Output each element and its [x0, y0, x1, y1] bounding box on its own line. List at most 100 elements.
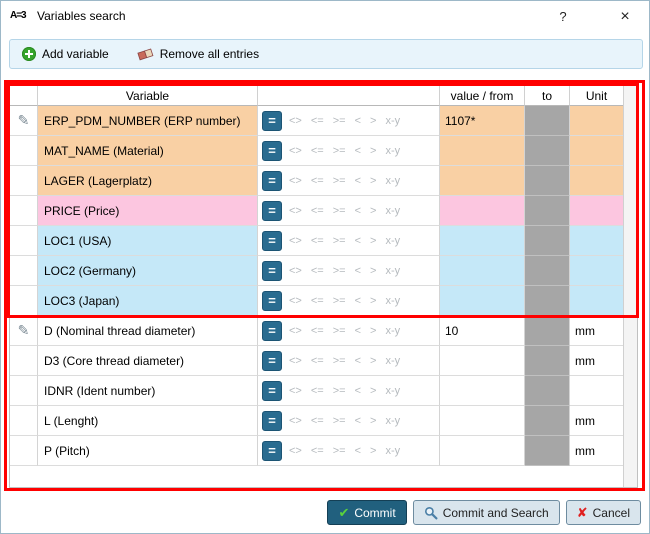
operator-equals[interactable]: =	[262, 260, 282, 281]
operator-range[interactable]: x-y	[385, 295, 400, 307]
operator-not-equals[interactable]: <>	[289, 205, 302, 217]
operator-not-equals[interactable]: <>	[289, 355, 302, 367]
operator-range[interactable]: x-y	[385, 415, 400, 427]
operator-less-or-equal[interactable]: <=	[311, 205, 324, 217]
variable-name-cell[interactable]: D3 (Core thread diameter)	[38, 346, 258, 376]
add-variable-button[interactable]: Add variable	[22, 47, 109, 61]
operator-not-equals[interactable]: <>	[289, 445, 302, 457]
operator-greater-than[interactable]: >	[370, 385, 376, 397]
operator-greater-or-equal[interactable]: >=	[333, 355, 346, 367]
operator-greater-than[interactable]: >	[370, 235, 376, 247]
operator-greater-than[interactable]: >	[370, 415, 376, 427]
operator-less-or-equal[interactable]: <=	[311, 385, 324, 397]
value-from-field[interactable]	[440, 196, 525, 226]
operator-not-equals[interactable]: <>	[289, 325, 302, 337]
operator-not-equals[interactable]: <>	[289, 385, 302, 397]
operator-equals[interactable]: =	[262, 170, 282, 191]
operator-less-or-equal[interactable]: <=	[311, 415, 324, 427]
operator-less-or-equal[interactable]: <=	[311, 115, 324, 127]
variable-name-cell[interactable]: LOC3 (Japan)	[38, 286, 258, 316]
operator-range[interactable]: x-y	[385, 115, 400, 127]
operator-less-than[interactable]: <	[355, 265, 361, 277]
value-from-field[interactable]	[440, 346, 525, 376]
operator-greater-or-equal[interactable]: >=	[333, 385, 346, 397]
operator-equals[interactable]: =	[262, 140, 282, 161]
operator-less-than[interactable]: <	[355, 295, 361, 307]
variable-name-cell[interactable]: ERP_PDM_NUMBER (ERP number)	[38, 106, 258, 136]
value-from-field[interactable]	[440, 136, 525, 166]
operator-less-than[interactable]: <	[355, 415, 361, 427]
value-from-field[interactable]	[440, 406, 525, 436]
operator-equals[interactable]: =	[262, 350, 282, 371]
operator-greater-or-equal[interactable]: >=	[333, 145, 346, 157]
operator-less-than[interactable]: <	[355, 235, 361, 247]
edit-pencil-icon[interactable]: ✎	[18, 112, 30, 129]
operator-range[interactable]: x-y	[385, 145, 400, 157]
operator-not-equals[interactable]: <>	[289, 265, 302, 277]
operator-range[interactable]: x-y	[385, 445, 400, 457]
operator-less-than[interactable]: <	[355, 355, 361, 367]
value-from-field[interactable]: 1107*	[440, 106, 525, 136]
operator-equals[interactable]: =	[262, 410, 282, 431]
operator-greater-or-equal[interactable]: >=	[333, 325, 346, 337]
operator-greater-or-equal[interactable]: >=	[333, 235, 346, 247]
variable-name-cell[interactable]: IDNR (Ident number)	[38, 376, 258, 406]
operator-greater-than[interactable]: >	[370, 145, 376, 157]
operator-less-or-equal[interactable]: <=	[311, 175, 324, 187]
variable-name-cell[interactable]: LOC1 (USA)	[38, 226, 258, 256]
operator-not-equals[interactable]: <>	[289, 175, 302, 187]
operator-less-or-equal[interactable]: <=	[311, 235, 324, 247]
operator-less-or-equal[interactable]: <=	[311, 295, 324, 307]
value-from-field[interactable]	[440, 376, 525, 406]
operator-range[interactable]: x-y	[385, 325, 400, 337]
operator-equals[interactable]: =	[262, 230, 282, 251]
operator-greater-or-equal[interactable]: >=	[333, 445, 346, 457]
remove-all-entries-button[interactable]: Remove all entries	[137, 47, 259, 61]
cancel-button[interactable]: ✘ Cancel	[565, 500, 641, 525]
operator-greater-or-equal[interactable]: >=	[333, 205, 346, 217]
operator-less-than[interactable]: <	[355, 145, 361, 157]
operator-equals[interactable]: =	[262, 290, 282, 311]
operator-equals[interactable]: =	[262, 320, 282, 341]
commit-and-search-button[interactable]: Commit and Search	[412, 500, 560, 525]
operator-greater-than[interactable]: >	[370, 325, 376, 337]
value-from-field[interactable]	[440, 226, 525, 256]
value-from-field[interactable]	[440, 256, 525, 286]
operator-range[interactable]: x-y	[385, 235, 400, 247]
operator-greater-than[interactable]: >	[370, 265, 376, 277]
operator-less-than[interactable]: <	[355, 325, 361, 337]
operator-greater-than[interactable]: >	[370, 445, 376, 457]
variable-name-cell[interactable]: PRICE (Price)	[38, 196, 258, 226]
operator-not-equals[interactable]: <>	[289, 235, 302, 247]
variable-name-cell[interactable]: MAT_NAME (Material)	[38, 136, 258, 166]
operator-less-or-equal[interactable]: <=	[311, 325, 324, 337]
operator-less-or-equal[interactable]: <=	[311, 445, 324, 457]
edit-pencil-icon[interactable]: ✎	[18, 322, 30, 339]
operator-greater-or-equal[interactable]: >=	[333, 295, 346, 307]
operator-range[interactable]: x-y	[385, 205, 400, 217]
operator-not-equals[interactable]: <>	[289, 115, 302, 127]
value-from-field[interactable]	[440, 166, 525, 196]
close-button[interactable]: ×	[615, 7, 635, 27]
operator-greater-than[interactable]: >	[370, 355, 376, 367]
operator-not-equals[interactable]: <>	[289, 295, 302, 307]
commit-button[interactable]: ✔ Commit	[327, 500, 407, 525]
operator-less-or-equal[interactable]: <=	[311, 265, 324, 277]
operator-less-than[interactable]: <	[355, 445, 361, 457]
operator-range[interactable]: x-y	[385, 175, 400, 187]
operator-less-than[interactable]: <	[355, 115, 361, 127]
variable-name-cell[interactable]: P (Pitch)	[38, 436, 258, 466]
operator-greater-or-equal[interactable]: >=	[333, 415, 346, 427]
help-button[interactable]: ?	[553, 7, 573, 27]
value-from-field[interactable]	[440, 436, 525, 466]
operator-greater-than[interactable]: >	[370, 205, 376, 217]
operator-equals[interactable]: =	[262, 440, 282, 461]
operator-greater-or-equal[interactable]: >=	[333, 265, 346, 277]
value-from-field[interactable]: 10	[440, 316, 525, 346]
variable-name-cell[interactable]: LOC2 (Germany)	[38, 256, 258, 286]
operator-equals[interactable]: =	[262, 200, 282, 221]
operator-range[interactable]: x-y	[385, 385, 400, 397]
operator-not-equals[interactable]: <>	[289, 415, 302, 427]
operator-not-equals[interactable]: <>	[289, 145, 302, 157]
operator-less-than[interactable]: <	[355, 205, 361, 217]
